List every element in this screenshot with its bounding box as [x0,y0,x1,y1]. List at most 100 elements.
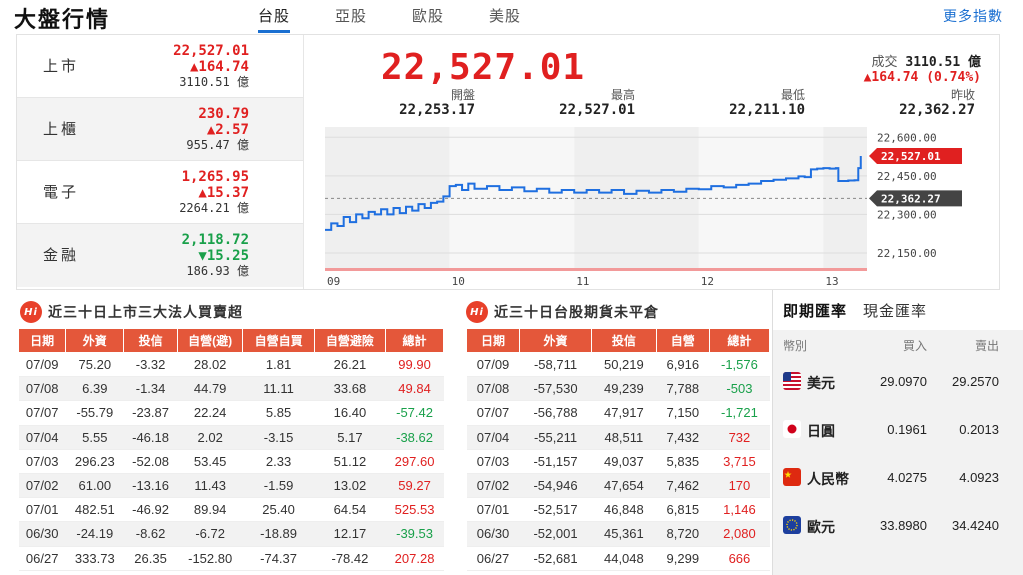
exchange-rate-panel: 即期匯率 現金匯率 幣別 買入 賣出 美元 29.0970 29.2570 日圓… [772,290,1023,575]
table-cell: 53.45 [177,449,243,474]
futures-table: 日期 外資 投信 自營 總計 07/09 -58,711 50,219 6,916 -1,576… [465,328,771,571]
table-cell: 5.55 [65,425,124,450]
y-tick-label: 22,150.00 [877,247,937,260]
table-cell: -55.79 [65,400,124,426]
tab-europe[interactable]: 歐股 [412,5,444,33]
tab-spot-rate[interactable]: 即期匯率 [783,300,847,321]
tab-asia[interactable]: 亞股 [335,5,367,33]
table-cell: -54,946 [519,473,592,499]
y-tick-label: 22,600.00 [877,131,937,144]
table-cell: -52,001 [519,521,592,547]
table-cell: 3,715 [709,449,770,474]
table-cell: 7,462 [656,473,710,499]
volume-label: 成交 [871,55,898,70]
index-volume: 186.93 億 [186,264,249,278]
fx-row-eur[interactable]: 歐元 33.8980 34.4240 [773,502,1023,550]
tab-cash-rate[interactable]: 現金匯率 [863,300,927,321]
table-cell: 525.53 [385,497,444,523]
x-tick-label: 13 [825,275,838,288]
fx-row-jpy[interactable]: 日圓 0.1961 0.2013 [773,406,1023,454]
table-cell: -58,711 [519,352,592,378]
table-cell: -52.08 [123,449,178,474]
table-row: 07/01 482.51 -46.92 89.94 25.40 64.54 525.53 [18,497,444,523]
ohlc-open: 開盤 22,253.17 [335,88,475,119]
index-change: ▲15.37 [198,185,249,201]
table-cell: 51.12 [314,449,386,474]
column-header: 自營避險 [313,328,387,353]
table-cell: 47,917 [591,400,657,426]
table-cell: 28.02 [177,352,243,378]
table-cell: 12.17 [314,521,386,547]
index-price: 2,118.72 [181,232,249,248]
plot-band [325,127,450,271]
table-cell: -3.32 [123,352,178,378]
column-header: 自營(避) [176,328,244,353]
table-cell: 07/09 [466,352,520,378]
table-cell: -56,788 [519,400,592,426]
fx-row-cny[interactable]: 人民幣 4.0275 4.0923 [773,454,1023,502]
table-cell: 07/04 [466,425,520,450]
index-row-finance[interactable]: 金融 2,118.72 ▼15.25 186.93 億 [17,224,303,287]
table-cell: 47,654 [591,473,657,499]
table-row: 07/07 -56,788 47,917 7,150 -1,721 [466,400,770,426]
ohlc-row: 開盤 22,253.17 最高 22,527.01 最低 22,211.10 昨… [335,89,975,119]
fx-header-buy: 買入 [902,339,927,353]
fx-sell: 29.2570 [952,374,999,389]
table-cell: 07/07 [466,400,520,426]
main-index-price: 22,527.01 [381,47,586,88]
tab-taiwan[interactable]: 台股 [258,5,291,33]
index-row-electronics[interactable]: 電子 1,265.95 ▲15.37 2264.21 億 [17,161,303,224]
table-cell: 07/04 [18,425,66,450]
table-cell: -51,157 [519,449,592,474]
table-row: 06/27 333.73 26.35 -152.80 -74.37 -78.42 207.2… [18,546,444,571]
table-cell: 5.85 [242,400,315,426]
ohlc-label: 開盤 [450,88,475,102]
table-cell: -55,211 [519,425,592,450]
index-change: ▲164.74 [189,59,249,75]
table-cell: 07/08 [18,376,66,402]
table-cell: -46.18 [123,425,178,450]
column-header: 外資 [65,328,125,353]
table-cell: -13.16 [123,473,178,499]
fx-buy: 0.1961 [887,422,927,437]
table-cell: 732 [709,425,770,450]
futures-title: 近三十日台股期貨未平倉 [494,305,659,321]
table-cell: 06/30 [18,521,66,547]
table-cell: 06/27 [18,546,66,571]
table-cell: 64.54 [314,497,386,523]
table-cell: -23.87 [123,400,178,426]
table-cell: 7,432 [656,425,710,450]
table-cell: -152.80 [177,546,243,571]
table-cell: 07/02 [466,473,520,499]
table-cell: 07/03 [18,449,66,474]
table-cell: 7,150 [656,400,710,426]
ohlc-value: 22,527.01 [559,102,635,118]
table-cell: 11.11 [242,376,315,402]
table-cell: -1.34 [123,376,178,402]
futures-panel: Hi 近三十日台股期貨未平倉 日期 外資 投信 自營 總計 07/09 -58,711 50… [460,296,771,571]
x-tick-label: 12 [701,275,714,288]
index-volume: 3110.51 億 [179,75,249,89]
table-cell: 06/30 [466,521,520,547]
index-list: 上市 22,527.01 ▲164.74 3110.51 億 上櫃 230.79… [17,35,304,289]
ohlc-label: 昨收 [950,88,975,102]
fx-row-usd[interactable]: 美元 29.0970 29.2570 [773,358,1023,406]
index-volume: 2264.21 億 [179,201,249,215]
table-cell: 297.60 [385,449,444,474]
ohlc-low: 最低 22,211.10 [655,89,805,119]
table-row: 07/08 6.39 -1.34 44.79 11.11 33.68 49.84 [18,376,444,402]
column-header: 投信 [590,328,657,353]
table-cell: -1.59 [242,473,315,499]
table-cell: 2,080 [709,521,770,547]
column-header: 總計 [708,328,771,353]
index-row-otc[interactable]: 上櫃 230.79 ▲2.57 955.47 億 [17,98,303,161]
institutional-table: 日期 外資 投信 自營(避) 自營自買 自營避險 總計 07/09 75.20 -3.32 28.… [17,328,444,571]
index-name: 上櫃 [43,120,80,138]
table-cell: 6.39 [65,376,124,402]
index-name: 金融 [43,246,80,264]
index-row-listed[interactable]: 上市 22,527.01 ▲164.74 3110.51 億 [17,35,303,98]
more-indices-link[interactable]: 更多指數 [943,6,1003,26]
tab-us[interactable]: 美股 [489,5,521,33]
table-cell: -57,530 [519,376,592,402]
cn-flag-icon [783,468,801,486]
